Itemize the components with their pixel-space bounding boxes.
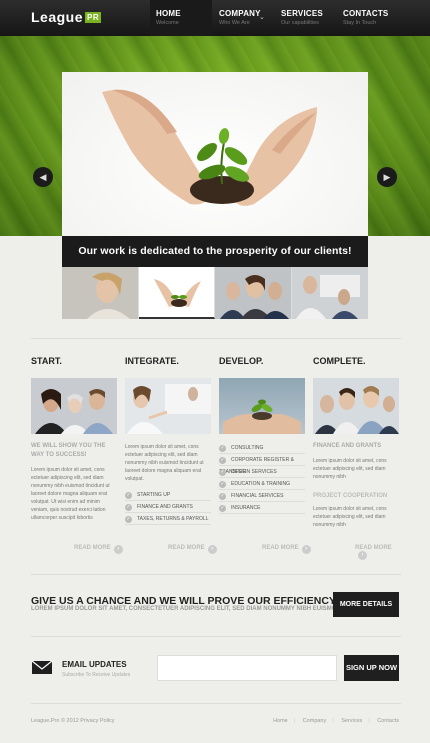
- checklist-item[interactable]: ✓ Education & Training: [219, 478, 305, 490]
- column-heading: We will show you the way to success!: [31, 443, 106, 458]
- logo-text: League: [31, 9, 84, 25]
- column-title: Integrate.: [125, 356, 179, 366]
- email-updates-subtitle: Subscribe To Receive Updates: [62, 672, 131, 678]
- slider-thumbnail[interactable]: [62, 267, 139, 319]
- column-text-secondary: Lorem ipsum dolor sit amet, cons ectetue…: [313, 506, 387, 528]
- promo-subtitle: Lorem ipsum dolor sit amet, consectetuer…: [31, 606, 343, 612]
- chevron-left-icon: ◀: [39, 172, 47, 182]
- email-updates-title: Email Updates: [62, 660, 127, 669]
- slider-next-button[interactable]: ▶: [377, 167, 397, 187]
- read-more-link[interactable]: Read More›: [262, 545, 311, 554]
- divider: [31, 703, 401, 704]
- footer-link-home[interactable]: Home: [273, 718, 288, 724]
- divider: [31, 338, 401, 339]
- check-icon: ✓: [219, 445, 226, 452]
- logo-badge: PR: [85, 12, 102, 23]
- slider-thumbnail[interactable]: [138, 267, 215, 319]
- check-icon: ✓: [219, 505, 226, 512]
- slider-thumbnail[interactable]: [291, 267, 368, 319]
- read-more-link[interactable]: Read More›: [74, 545, 123, 554]
- nav-contacts-subtitle: Stay In Touch: [343, 20, 377, 26]
- arrow-right-icon: ›: [113, 545, 123, 554]
- checklist-item[interactable]: ✓ Finance and Grants: [125, 501, 211, 513]
- read-more-link[interactable]: Read More›: [355, 545, 401, 560]
- column-develop: Develop. ✓ Consulting ✓ Corporate Register…: [219, 356, 305, 514]
- check-icon: ✓: [219, 457, 226, 464]
- column-image: [31, 378, 117, 434]
- header: League PR Home Welcome Company Who We Are…: [0, 0, 430, 36]
- check-icon: ✓: [219, 481, 226, 488]
- nav-home-title: Home: [156, 9, 181, 18]
- column-text: Lorem ipsum dolor sit amet, cons ectetue…: [31, 467, 110, 521]
- checklist-item[interactable]: ✓ Starting Up: [125, 489, 211, 501]
- column-text: Lorem ipsum dolor sit amet, cons ectetue…: [313, 458, 387, 480]
- footer-link-company[interactable]: Company: [303, 718, 327, 724]
- check-icon: ✓: [125, 504, 132, 511]
- column-image: [313, 378, 399, 434]
- checklist: ✓ Starting Up ✓ Finance and Grants ✓ Taxes,…: [125, 489, 211, 525]
- footer-links: Home | Company | Services | Contacts: [273, 718, 399, 724]
- check-icon: ✓: [125, 516, 132, 523]
- nav-home-subtitle: Welcome: [156, 20, 179, 26]
- column-image: [125, 378, 211, 434]
- column-integrate: Integrate. Lorem ipsum dolor sit amet, c…: [125, 356, 211, 525]
- checklist-item[interactable]: ✓ Corporate Register & Transfer: [219, 454, 305, 475]
- checklist-item[interactable]: ✓ Taxes, Returns & Payroll: [125, 513, 211, 525]
- check-icon: ✓: [125, 492, 132, 499]
- column-complete: Complete. Finance and grants Lorem ipsum…: [313, 356, 399, 529]
- envelope-icon: [31, 660, 53, 674]
- slider-caption: Our work is dedicated to the prosperity …: [62, 236, 368, 267]
- arrow-right-icon: ›: [207, 545, 217, 554]
- checklist-item[interactable]: ✓ Consulting: [219, 442, 305, 454]
- checklist-item[interactable]: ✓ Insurance: [219, 502, 305, 514]
- column-title: Start.: [31, 356, 62, 366]
- sign-up-button[interactable]: Sign Up Now: [344, 655, 399, 681]
- slider-thumbnails: [62, 267, 368, 319]
- checklist-item[interactable]: ✓ Financial Services: [219, 490, 305, 502]
- column-start: Start. We will show you the way to succe…: [31, 356, 117, 522]
- more-details-button[interactable]: More Details: [333, 592, 399, 617]
- nav-contacts[interactable]: Contacts Stay In Touch: [343, 0, 398, 36]
- hands-plant-image: [102, 89, 317, 206]
- footer-copyright[interactable]: League.Pro © 2012 Privacy Policy: [31, 718, 115, 724]
- checklist: ✓ Consulting ✓ Corporate Register & Transf…: [219, 442, 305, 514]
- nav-contacts-title: Contacts: [343, 9, 389, 18]
- column-title: Complete.: [313, 356, 366, 366]
- logo[interactable]: League PR: [31, 9, 102, 25]
- column-heading: Finance and grants: [313, 443, 382, 449]
- email-field[interactable]: [157, 655, 337, 681]
- arrow-right-icon: ›: [358, 551, 367, 560]
- footer-link-contacts[interactable]: Contacts: [377, 718, 399, 724]
- divider: [31, 574, 401, 575]
- footer-link-services[interactable]: Services: [341, 718, 362, 724]
- column-title: Develop.: [219, 356, 264, 366]
- check-icon: ✓: [219, 469, 226, 476]
- chevron-down-icon[interactable]: ⌄: [259, 13, 265, 21]
- slider-thumbnail[interactable]: [215, 267, 292, 319]
- checklist-item[interactable]: ✓ Design Services: [219, 466, 305, 478]
- column-heading-secondary: Project Cooperation: [313, 493, 388, 499]
- nav-services-title: Services: [281, 9, 323, 18]
- slider-image: [62, 72, 368, 236]
- read-more-link[interactable]: Read More›: [168, 545, 217, 554]
- nav-home[interactable]: Home Welcome: [150, 0, 212, 36]
- column-image: [219, 378, 305, 434]
- column-text: Lorem ipsum dolor sit amet, cons ectetue…: [125, 444, 204, 482]
- check-icon: ✓: [219, 493, 226, 500]
- chevron-right-icon: ▶: [383, 172, 391, 182]
- arrow-right-icon: ›: [301, 545, 311, 554]
- nav-services-subtitle: Our capabilities: [281, 20, 319, 26]
- divider: [31, 636, 401, 637]
- nav-services[interactable]: Services Our capabilities: [281, 0, 336, 36]
- slider-prev-button[interactable]: ◀: [33, 167, 53, 187]
